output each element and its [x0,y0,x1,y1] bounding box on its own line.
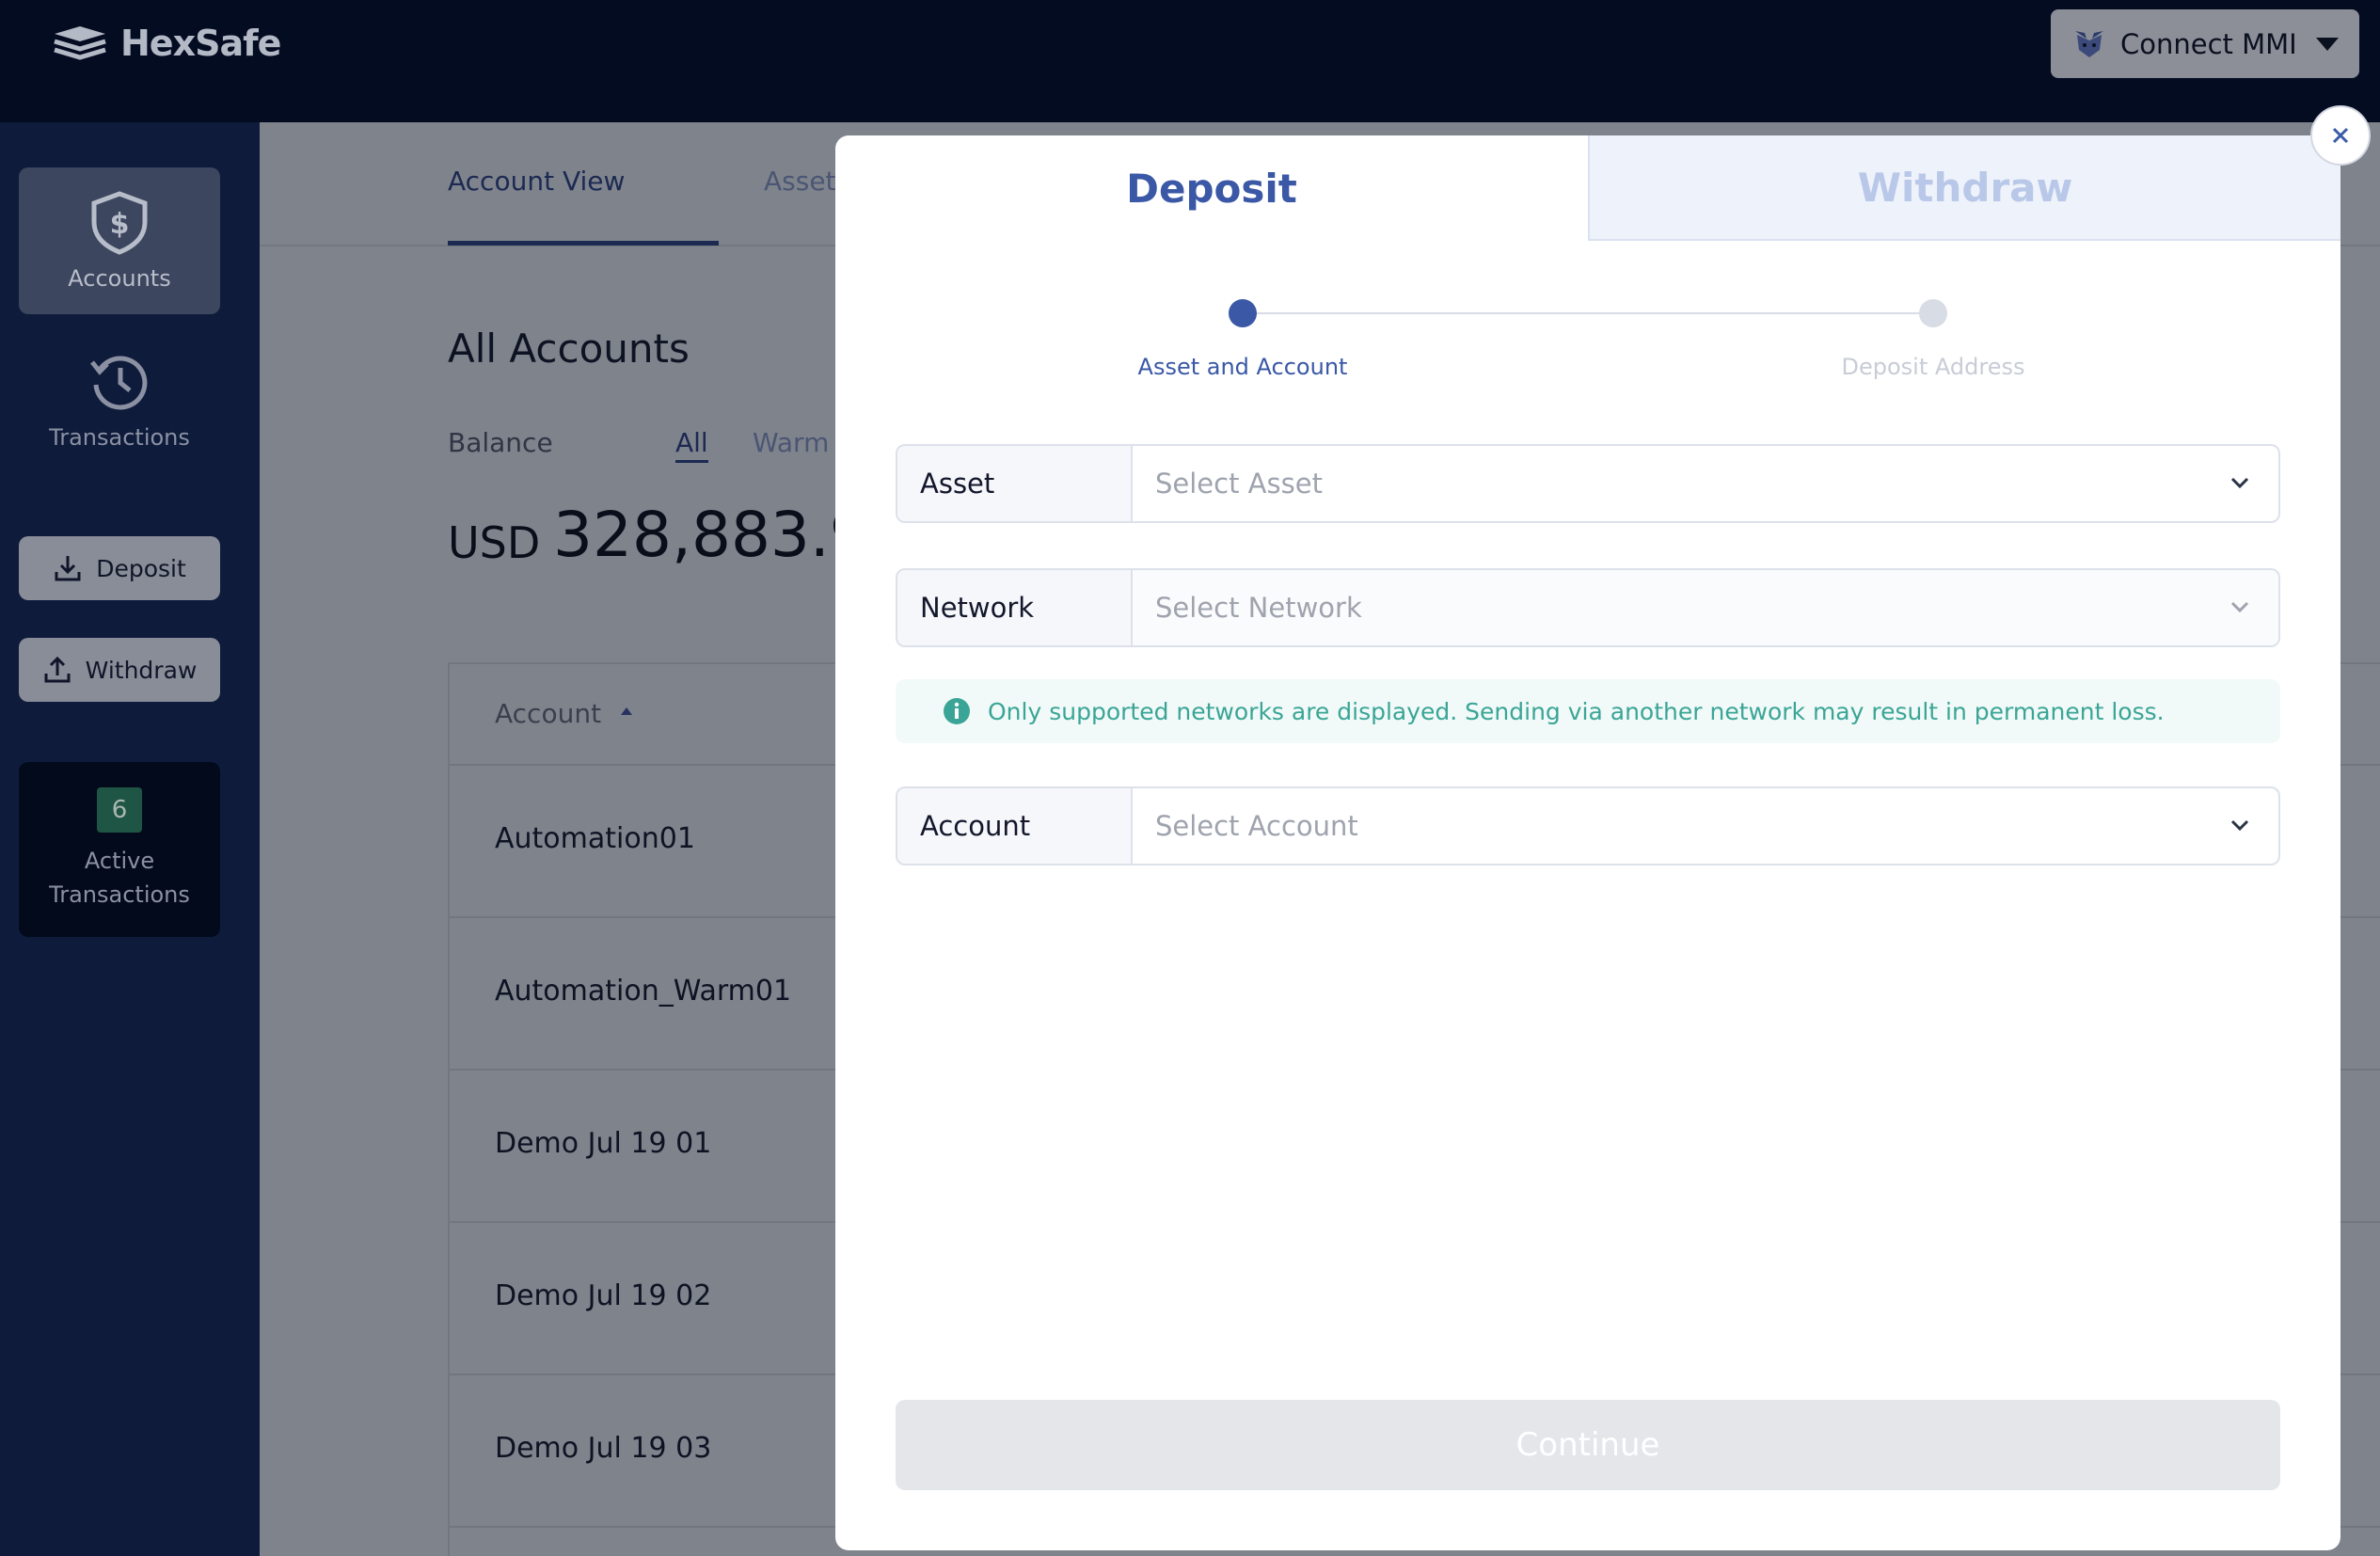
stepper-line [1242,312,1934,314]
connect-mmi-label: Connect MMI [2120,27,2297,60]
step-2-label: Deposit Address [1841,354,2025,380]
shield-dollar-icon: $ [91,191,148,255]
caret-down-icon [2316,37,2339,51]
tab-withdraw[interactable]: Withdraw [1588,135,2340,241]
account-select[interactable]: Select Account [1133,788,2278,864]
hexsafe-logo-icon [54,26,106,60]
tab-deposit[interactable]: Deposit [835,135,1588,241]
sidebar-item-accounts[interactable]: $ Accounts [19,167,220,314]
continue-button[interactable]: Continue [896,1400,2280,1490]
download-icon [55,556,81,581]
account-name: Automation01 [495,822,695,855]
logo-text: HexSafe [120,23,281,64]
history-clock-icon [90,356,148,410]
account-name: Demo Jul 19 02 [495,1279,712,1312]
chevron-down-icon [2230,477,2249,489]
close-modal-button[interactable] [2310,105,2371,166]
network-info-banner: Only supported networks are displayed. S… [896,679,2280,743]
top-bar: HexSafe Connect MMI [0,0,2380,122]
upload-icon [44,656,71,683]
close-icon [2332,127,2349,144]
sidebar-deposit-label: Deposit [96,554,186,582]
network-label: Network [897,570,1133,645]
asset-select[interactable]: Select Asset [1133,446,2278,521]
sidebar-item-transactions[interactable]: Transactions [19,329,220,470]
sidebar-label-accounts: Accounts [68,265,171,292]
filter-all[interactable]: All [675,427,708,463]
asset-label: Asset [897,446,1133,521]
account-name: Demo Jul 19 03 [495,1432,712,1465]
page-title: All Accounts [448,325,690,372]
active-count-badge: 6 [97,787,142,833]
balance-amount: 328,883.9 [553,499,869,571]
step-2-dot [1919,299,1947,327]
deposit-modal: Deposit Withdraw Asset and Account Depos… [835,135,2340,1550]
connect-mmi-button[interactable]: Connect MMI [2051,9,2359,78]
account-name: Automation_Warm01 [495,975,792,1008]
sidebar-withdraw-label: Withdraw [85,656,198,684]
tab-assets[interactable]: Asset [764,166,836,197]
info-icon [944,698,970,724]
active-label-line1: Active [84,848,155,874]
sidebar: $ Accounts Transactions Deposit Withdraw… [0,122,260,1556]
step-1-dot [1229,299,1257,327]
sidebar-deposit-button[interactable]: Deposit [19,536,220,600]
network-info-text: Only supported networks are displayed. S… [988,697,2165,725]
tab-account-view[interactable]: Account View [448,166,625,197]
svg-text:$: $ [110,208,130,241]
account-field: Account Select Account [896,786,2280,865]
active-label-line2: Transactions [49,881,190,908]
account-placeholder: Select Account [1155,810,1358,842]
asset-placeholder: Select Asset [1155,468,1323,500]
metamask-fox-icon [2075,30,2103,57]
sidebar-item-active-transactions[interactable]: 6 Active Transactions [19,762,220,937]
currency-label: USD [448,517,541,568]
step-1-label: Asset and Account [1137,354,1348,380]
network-placeholder: Select Network [1155,592,1362,624]
network-field: Network Select Network [896,568,2280,647]
sort-ascending-icon[interactable] [621,707,632,715]
chevron-down-icon [2230,819,2249,832]
column-header-account[interactable]: Account [495,698,601,729]
logo[interactable]: HexSafe [53,21,281,66]
filter-warm[interactable]: Warm [753,427,829,458]
account-label: Account [897,788,1133,864]
chevron-down-icon [2230,601,2249,613]
sidebar-withdraw-button[interactable]: Withdraw [19,638,220,702]
network-select[interactable]: Select Network [1133,570,2278,645]
sidebar-label-transactions: Transactions [49,424,190,451]
tab-active-underline [448,241,719,246]
balance-label: Balance [448,427,553,458]
account-name: Demo Jul 19 01 [495,1127,712,1160]
asset-field: Asset Select Asset [896,444,2280,523]
